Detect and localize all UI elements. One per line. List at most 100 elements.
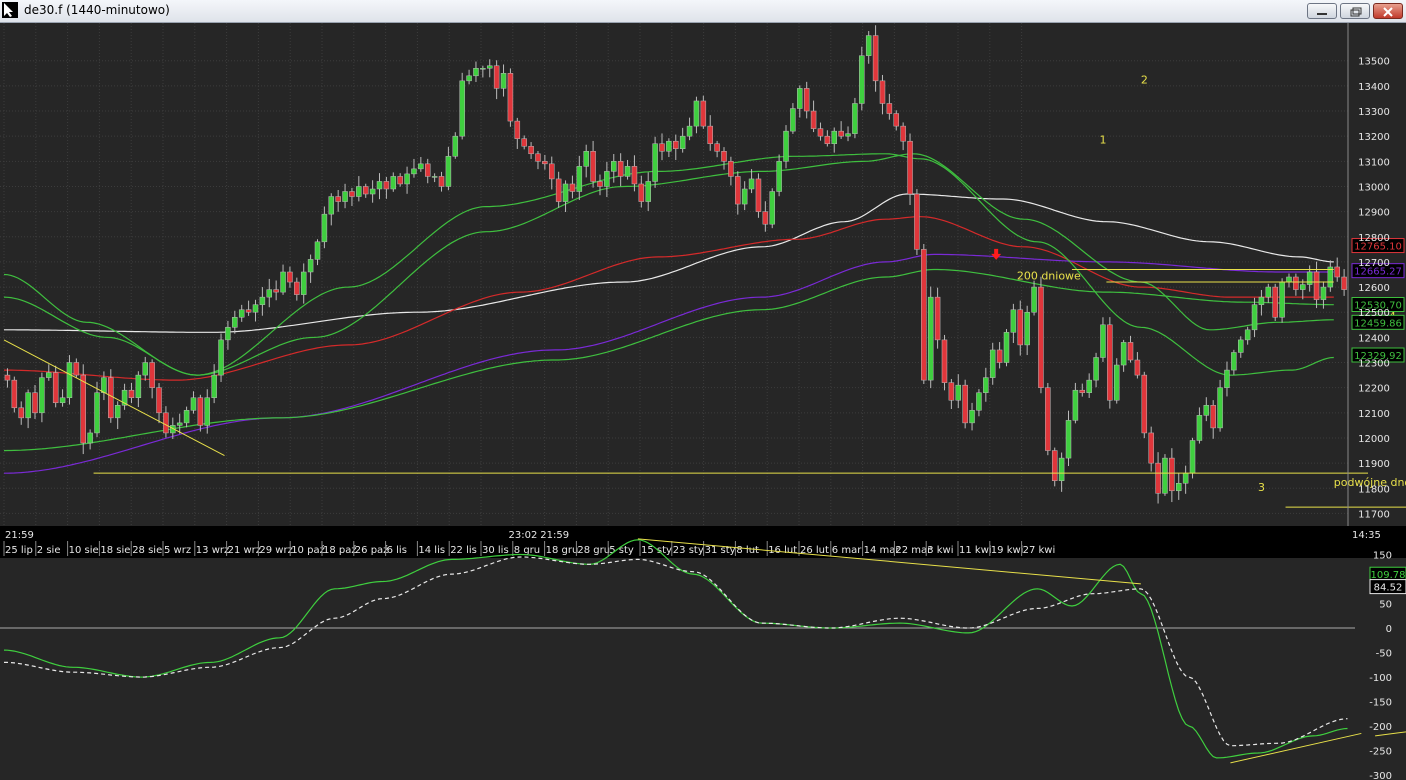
date-tick-label: 14 lis: [418, 545, 445, 556]
osc-tick-label: -250: [1369, 747, 1392, 758]
candle-body: [294, 281, 300, 295]
candle-body: [369, 188, 376, 195]
minimize-icon: [1317, 13, 1327, 15]
candle-body: [204, 397, 211, 426]
candle-body: [631, 166, 638, 185]
candle-body: [362, 186, 369, 195]
price-tick-label: 12000: [1358, 434, 1390, 445]
price-tick-label: 12800: [1358, 233, 1390, 244]
candle-body: [39, 377, 45, 414]
candle-body: [445, 156, 452, 187]
candle-body: [735, 176, 741, 205]
candle-body: [163, 412, 169, 434]
candle-body: [225, 327, 231, 341]
candle-body: [376, 181, 383, 190]
candle-body: [11, 379, 18, 409]
price-tick-label: 12600: [1358, 283, 1390, 294]
candle-body: [1238, 339, 1244, 353]
annotation-label: 200 dniowe: [1017, 270, 1081, 283]
candle-body: [259, 296, 266, 305]
candle-body: [32, 392, 38, 414]
date-tick-label: 6 mar: [832, 545, 862, 556]
date-tick-label: 8 lut: [736, 545, 759, 556]
restore-button[interactable]: [1340, 3, 1370, 19]
candle-body: [1300, 284, 1306, 290]
date-tick-label: 2 sie: [37, 545, 61, 556]
candle-body: [679, 135, 686, 150]
minimize-button[interactable]: [1307, 3, 1337, 19]
candle-body: [1045, 387, 1051, 451]
candle-body: [879, 80, 886, 104]
candle-body: [1196, 415, 1203, 441]
candle-body: [941, 339, 948, 383]
time-marker-label: 21:59: [5, 530, 34, 541]
candle-body: [101, 377, 107, 393]
candle-body: [810, 110, 817, 129]
candle-body: [1189, 440, 1196, 474]
osc-value-label: 84.52: [1374, 583, 1403, 594]
candle-body: [872, 35, 879, 82]
candle-body: [18, 407, 24, 419]
candle-body: [776, 161, 782, 192]
candle-body: [1024, 311, 1030, 346]
candle-body: [73, 362, 80, 376]
candle-body: [817, 128, 824, 137]
candle-body: [397, 176, 403, 185]
candle-body: [989, 349, 996, 378]
candle-body: [149, 362, 155, 388]
candle-body: [1341, 276, 1347, 290]
candle-body: [52, 372, 59, 404]
candle-body: [287, 271, 293, 283]
candle-body: [1010, 309, 1017, 333]
candle-body: [755, 178, 762, 212]
candle-body: [80, 374, 86, 444]
candle-body: [1113, 364, 1120, 401]
candle-body: [790, 108, 796, 132]
date-tick-label: 28 gru: [577, 545, 610, 556]
candle-body: [707, 125, 713, 144]
candle-body: [431, 176, 438, 178]
osc-tick-label: 50: [1379, 600, 1392, 611]
candle-body: [914, 193, 920, 250]
window-title: de30.f (1440-minutowo): [24, 3, 170, 17]
osc-tick-label: -150: [1369, 698, 1392, 709]
candle-body: [1231, 352, 1237, 371]
candle-body: [300, 271, 307, 295]
candle-body: [473, 68, 479, 77]
candle-body: [1058, 457, 1065, 481]
candle-body: [66, 362, 73, 398]
candle-body: [46, 372, 52, 378]
candle-body: [852, 103, 858, 134]
candle-body: [969, 410, 975, 424]
price-tick-label: 13500: [1358, 57, 1390, 68]
candle-body: [604, 171, 610, 187]
candle-body: [128, 389, 135, 398]
candle-body: [1320, 286, 1327, 300]
candle-body: [1279, 281, 1285, 318]
price-tick-label: 12900: [1358, 208, 1390, 219]
candle-body: [1293, 276, 1299, 290]
candle-body: [1031, 286, 1037, 313]
candle-body: [583, 151, 589, 167]
price-tick-label: 12700: [1358, 258, 1390, 269]
candle-body: [383, 181, 390, 190]
candle-body: [335, 196, 341, 202]
osc-tick-label: -100: [1369, 673, 1392, 684]
candle-body: [176, 422, 183, 426]
date-tick-label: 6 lis: [387, 545, 407, 556]
candle-body: [25, 392, 31, 419]
candle-body: [659, 143, 665, 152]
candle-body: [232, 317, 238, 328]
candle-body: [1038, 286, 1044, 388]
candle-body: [700, 100, 707, 127]
candle-body: [321, 213, 328, 243]
date-tick-label: 18 sie: [100, 545, 130, 556]
candle-body: [218, 339, 224, 376]
date-tick-label: 15 sty: [641, 545, 672, 556]
candle-body: [142, 362, 148, 376]
candle-body: [197, 397, 204, 426]
candle-body: [1182, 472, 1189, 484]
candle-body: [976, 392, 982, 411]
close-button[interactable]: [1373, 3, 1403, 19]
candle-body: [108, 377, 114, 419]
